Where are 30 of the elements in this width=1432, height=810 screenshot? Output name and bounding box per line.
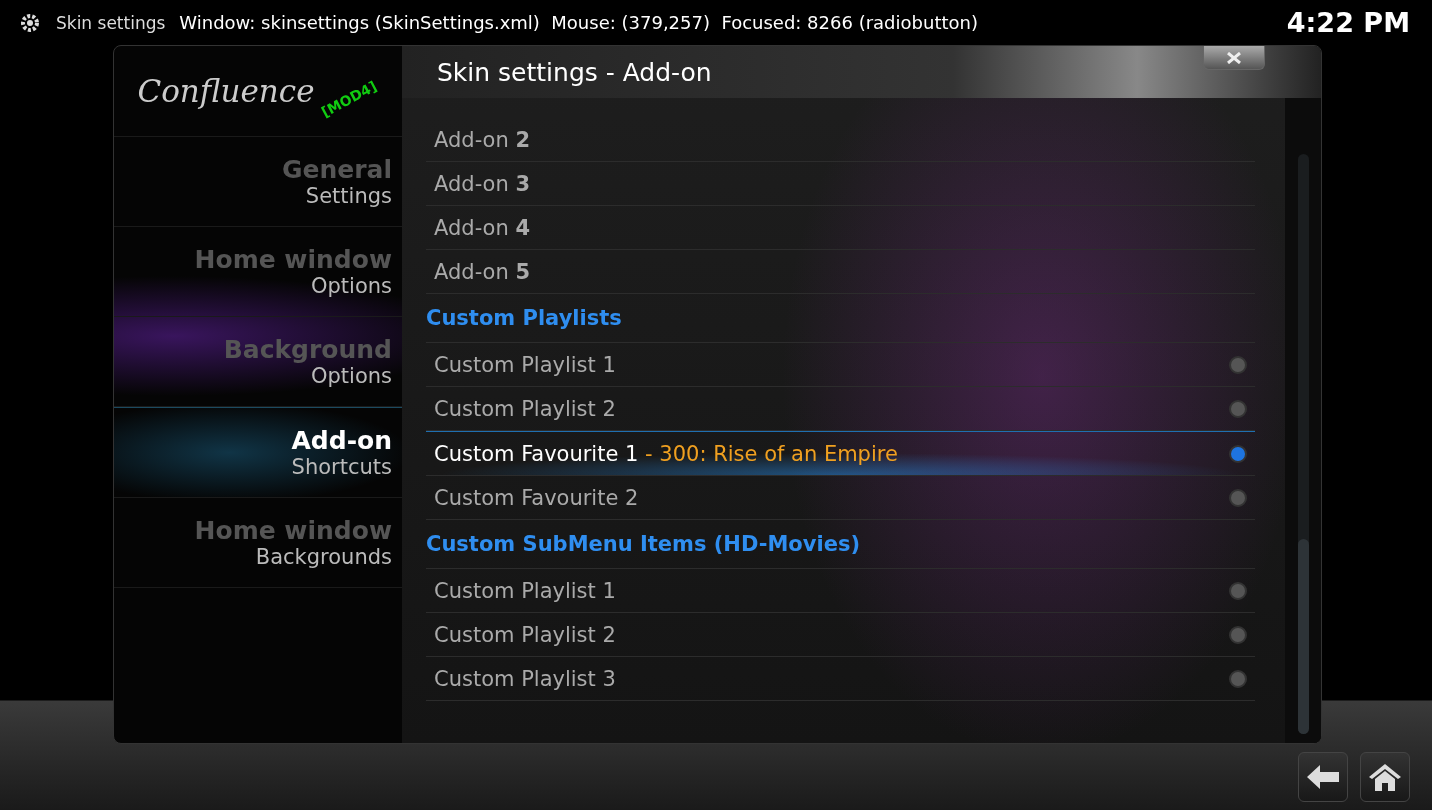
radio-option[interactable]: Custom Playlist 2 — [426, 613, 1255, 657]
section-header: Custom SubMenu Items (HD-Movies) — [426, 532, 861, 556]
scrollbar-thumb[interactable] — [1297, 539, 1309, 734]
sidebar-item[interactable]: Home window Backgrounds — [114, 498, 402, 588]
page-title: Skin settings — [56, 12, 166, 33]
section-header: Custom Playlists — [426, 306, 622, 330]
sidebar-item[interactable]: General Settings — [114, 137, 402, 227]
radio-option[interactable]: Custom Playlist 3 — [426, 657, 1255, 701]
list-item[interactable]: Add-on 3 — [426, 162, 1255, 206]
radio-option[interactable]: Custom Favourite 2 — [426, 476, 1255, 520]
clock: 4:22 PM — [1286, 7, 1410, 38]
back-button[interactable] — [1298, 752, 1348, 802]
dialog-title: Skin settings - Add-on — [437, 57, 712, 87]
radio-option[interactable]: Custom Favourite 1 - 300: Rise of an Empire — [426, 431, 1255, 476]
close-icon — [1226, 51, 1242, 64]
list-item[interactable]: Add-on 2 — [426, 118, 1255, 162]
sidebar-item[interactable]: Add-on Shortcuts — [114, 407, 402, 498]
home-icon — [1368, 762, 1402, 792]
sidebar-item[interactable]: Home window Options — [114, 227, 402, 317]
home-button[interactable] — [1360, 752, 1410, 802]
radio-option[interactable]: Custom Playlist 2 — [426, 387, 1255, 431]
list-item[interactable]: Add-on 5 — [426, 250, 1255, 294]
debug-info: Window: skinsettings (SkinSettings.xml) Mouse: (379,257) Focused: 8266 (radiobutton) — [179, 12, 979, 33]
close-button[interactable] — [1203, 46, 1265, 70]
list-item[interactable]: Add-on 4 — [426, 206, 1255, 250]
arrow-left-icon — [1306, 764, 1340, 790]
logo-text: Confluence — [137, 73, 315, 109]
radio-option[interactable]: Custom Playlist 1 — [426, 569, 1255, 613]
radio-option[interactable]: Custom Playlist 1 — [426, 343, 1255, 387]
sidebar-item[interactable]: Background Options — [114, 317, 402, 407]
